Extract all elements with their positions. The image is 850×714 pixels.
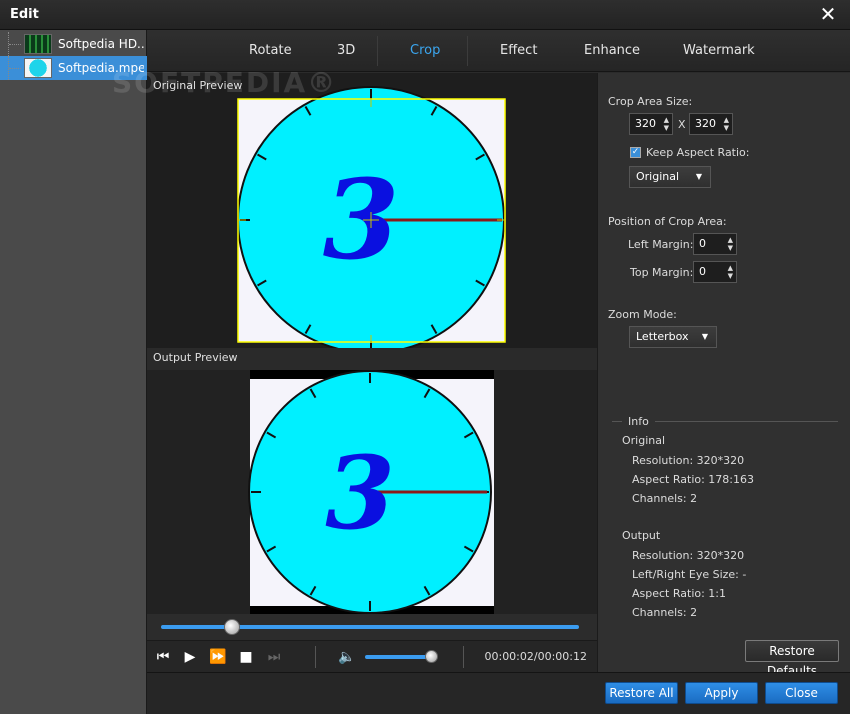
playback-controls: ⏮ ▶ ⏩ ■ ⏭ 🔈 00:00:02/00:00:12 xyxy=(147,640,597,672)
control-divider xyxy=(315,646,316,668)
clock-thumbnail-icon xyxy=(24,58,52,78)
original-resolution: Resolution: 320*320 xyxy=(632,454,745,467)
restore-all-button[interactable]: Restore All xyxy=(605,682,678,704)
tab-3d[interactable]: 3D xyxy=(337,43,355,58)
fast-forward-icon[interactable]: ⏩ xyxy=(208,647,228,667)
skip-back-icon[interactable]: ⏮ xyxy=(153,647,173,667)
crop-area-size-label: Crop Area Size: xyxy=(608,95,693,108)
top-margin-spinner[interactable]: 0 ▲ ▼ xyxy=(693,261,737,283)
control-divider xyxy=(463,646,464,668)
left-margin-spinner[interactable]: 0 ▲ ▼ xyxy=(693,233,737,255)
original-aspect-ratio: Aspect Ratio: 178:163 xyxy=(632,473,755,486)
output-preview: 3 xyxy=(147,370,597,614)
stop-icon[interactable]: ■ xyxy=(236,647,256,667)
playback-time: 00:00:02/00:00:12 xyxy=(484,650,587,663)
spinner-arrows-icon[interactable]: ▲ ▼ xyxy=(728,264,733,280)
output-info-heading: Output xyxy=(622,529,661,542)
zoom-mode-label: Zoom Mode: xyxy=(608,308,677,321)
original-preview: Original Preview 3 xyxy=(147,73,597,348)
spinner-arrows-icon[interactable]: ▲ ▼ xyxy=(724,116,729,132)
seek-handle[interactable] xyxy=(224,619,241,635)
original-channels: Channels: 2 xyxy=(632,492,698,505)
volume-track[interactable] xyxy=(365,655,431,659)
output-preview-header: Output Preview xyxy=(147,348,597,370)
output-eye-size: Left/Right Eye Size: - xyxy=(632,568,747,581)
tab-rotate[interactable]: Rotate xyxy=(249,43,292,58)
softpedia-watermark: SOFTPEDIA® xyxy=(112,66,338,99)
tab-divider xyxy=(467,36,468,66)
aspect-ratio-dropdown[interactable]: Original ▼ xyxy=(629,166,711,188)
volume-handle[interactable] xyxy=(425,650,438,663)
tab-effect[interactable]: Effect xyxy=(500,43,537,58)
file-name: Softpedia HD.... xyxy=(58,37,144,51)
seek-bar[interactable] xyxy=(147,614,597,640)
tab-watermark[interactable]: Watermark xyxy=(683,43,755,58)
chevron-down-icon: ▼ xyxy=(701,332,708,341)
crop-settings-panel: Crop Area Size: 320 ▲ ▼ X 320 ▲ ▼ ✓ Keep A… xyxy=(597,73,850,678)
restore-defaults-button[interactable]: Restore Defaults xyxy=(745,640,839,678)
spinner-arrows-icon[interactable]: ▲ ▼ xyxy=(664,116,669,132)
output-resolution: Resolution: 320*320 xyxy=(632,549,745,562)
top-margin-label: Top Margin: xyxy=(630,266,694,279)
crop-position-label: Position of Crop Area: xyxy=(608,215,727,228)
zoom-mode-value: Letterbox xyxy=(636,330,689,343)
file-list: Softpedia HD.... Softpedia.mpeg xyxy=(0,30,147,714)
tree-connector xyxy=(8,32,22,56)
crop-height-value: 320 xyxy=(695,117,716,130)
close-icon[interactable]: ✕ xyxy=(818,4,838,24)
tab-divider xyxy=(377,36,378,66)
tree-connector xyxy=(8,56,22,80)
title-bar: Edit ✕ xyxy=(0,0,850,30)
window-title: Edit xyxy=(10,7,39,22)
play-icon[interactable]: ▶ xyxy=(180,647,200,667)
clock-digit: 3 xyxy=(323,155,400,284)
apply-button[interactable]: Apply xyxy=(685,682,758,704)
clock-digit: 3 xyxy=(325,434,395,552)
tab-enhance[interactable]: Enhance xyxy=(584,43,640,58)
crop-width-value: 320 xyxy=(635,117,656,130)
keep-aspect-checkbox[interactable]: ✓ xyxy=(630,147,641,158)
output-aspect-ratio: Aspect Ratio: 1:1 xyxy=(632,587,727,600)
top-margin-value: 0 xyxy=(699,265,706,278)
aspect-ratio-value: Original xyxy=(636,170,680,183)
keep-aspect-label: Keep Aspect Ratio: xyxy=(646,146,750,159)
spinner-arrows-icon[interactable]: ▲ ▼ xyxy=(728,236,733,252)
original-preview-frame[interactable]: 3 xyxy=(147,73,597,348)
zoom-mode-dropdown[interactable]: Letterbox ▼ xyxy=(629,326,717,348)
film-thumbnail-icon xyxy=(24,34,52,54)
original-info-heading: Original xyxy=(622,434,666,447)
left-margin-value: 0 xyxy=(699,237,706,250)
file-item-softpedia-hd[interactable]: Softpedia HD.... xyxy=(0,32,147,56)
chevron-down-icon: ▼ xyxy=(695,172,702,181)
volume-icon[interactable]: 🔈 xyxy=(337,647,357,667)
bottom-action-bar: Restore All Apply Close xyxy=(147,672,850,714)
next-frame-icon[interactable]: ⏭ xyxy=(264,647,284,667)
crop-height-spinner[interactable]: 320 ▲ ▼ xyxy=(689,113,733,135)
output-channels: Channels: 2 xyxy=(632,606,698,619)
output-preview-label: Output Preview xyxy=(153,351,238,364)
tab-crop[interactable]: Crop xyxy=(410,43,440,58)
left-margin-label: Left Margin: xyxy=(628,238,694,251)
output-preview-frame: 3 xyxy=(248,370,494,614)
info-heading: Info xyxy=(622,415,655,428)
close-button[interactable]: Close xyxy=(765,682,838,704)
crop-width-spinner[interactable]: 320 ▲ ▼ xyxy=(629,113,673,135)
crop-size-separator: X xyxy=(678,118,686,131)
